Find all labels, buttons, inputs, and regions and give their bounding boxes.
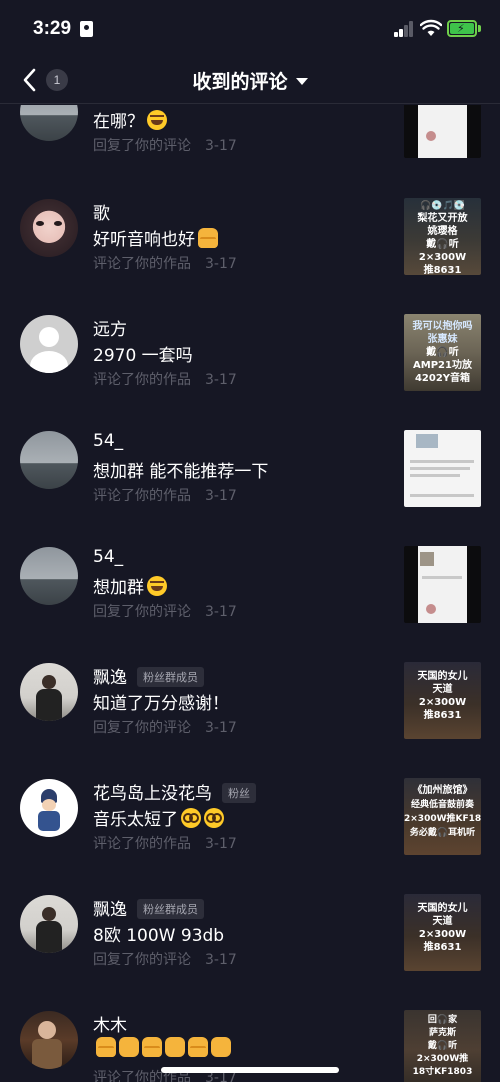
list-item[interactable]: 花鸟岛上没花鸟 粉丝 音乐太短了 评论了你的作品 3-17 《加州旅馆》 经典低音鼓… xyxy=(0,767,500,883)
laugh-icon xyxy=(147,576,167,596)
comment-list[interactable]: 在哪？ 回复了你的评论 3-17 歌 好听音响也好 评论了你的作品 3-17 🎧💿🎵… xyxy=(0,105,500,1082)
list-item[interactable]: 飘逸 粉丝群成员 知道了万分感谢！ 回复了你的评论 3-17 天国的女儿 天道 2×… xyxy=(0,651,500,767)
battery-nub xyxy=(478,25,481,32)
comment-author[interactable]: 远方 xyxy=(93,315,127,340)
title-dropdown[interactable]: 收到的评论 xyxy=(0,67,500,94)
comment-meta: 回复了你的评论 3-17 xyxy=(93,138,237,154)
wifi-icon xyxy=(420,19,442,36)
caret-down-icon xyxy=(295,78,308,85)
fan-group-badge: 粉丝群成员 xyxy=(137,899,204,919)
comment-text: 想加群 xyxy=(93,573,167,598)
nerd-icon xyxy=(204,808,224,828)
comment-meta: 回复了你的评论 3-17 xyxy=(93,720,237,736)
list-item[interactable]: 飘逸 粉丝群成员 8欧 100W 93db 回复了你的评论 3-17 天国的女儿 天… xyxy=(0,883,500,999)
comment-text: 在哪？ xyxy=(93,107,167,132)
comment-text: 8欧 100W 93db xyxy=(93,926,225,946)
nav-bar: 1 收到的评论 xyxy=(0,58,500,104)
post-thumbnail[interactable]: 《加州旅馆》 经典低音鼓前奏 2×300W推KF1803 务必戴🎧耳机听 xyxy=(404,778,481,855)
fan-group-badge: 粉丝群成员 xyxy=(137,667,204,687)
comment-meta: 评论了你的作品 3-17 xyxy=(93,488,237,504)
comment-text xyxy=(93,1037,231,1059)
status-time: 3:29 xyxy=(33,18,72,39)
comment-text: 知道了万分感谢！ xyxy=(93,694,229,714)
thumbs-up-icon xyxy=(96,1037,116,1057)
cellular-signal-icon xyxy=(394,21,414,37)
fan-badge: 粉丝 xyxy=(222,783,256,803)
clap-icon xyxy=(119,1037,139,1057)
home-indicator[interactable] xyxy=(161,1067,339,1073)
clap-icon xyxy=(165,1037,185,1057)
status-bar: 3:29 ⚡ xyxy=(0,0,500,58)
thumbs-up-icon xyxy=(188,1037,208,1057)
post-thumbnail[interactable] xyxy=(404,546,481,623)
post-thumbnail[interactable]: 天国的女儿 天道 2×300W 推8631 xyxy=(404,662,481,739)
laugh-icon xyxy=(147,110,167,130)
avatar[interactable] xyxy=(20,779,78,837)
avatar[interactable] xyxy=(20,663,78,721)
comment-author[interactable]: 飘逸 粉丝群成员 xyxy=(93,895,204,920)
post-thumbnail[interactable]: 🎧💿🎵💽 梨花又开放 姚璎格 戴🎧听 2×300W 推8631 xyxy=(404,198,481,275)
comment-author[interactable]: 54_ xyxy=(93,431,123,451)
comment-text: 好听音响也好 xyxy=(93,225,218,250)
post-thumbnail[interactable] xyxy=(404,105,481,158)
comment-meta: 回复了你的评论 3-17 xyxy=(93,604,237,620)
comment-meta: 评论了你的作品 3-17 xyxy=(93,256,237,272)
portrait-lock-icon xyxy=(80,21,93,37)
comment-meta: 评论了你的作品 3-17 xyxy=(93,372,237,388)
avatar[interactable] xyxy=(20,1011,78,1069)
list-item[interactable]: 在哪？ 回复了你的评论 3-17 xyxy=(0,105,500,187)
list-item[interactable]: 54_ 想加群 回复了你的评论 3-17 xyxy=(0,535,500,651)
thumbs-up-icon xyxy=(198,228,218,248)
avatar[interactable] xyxy=(20,547,78,605)
post-thumbnail[interactable]: 回🎧家 萨克斯 戴🎧听 2×300W推 18寸KF1803 xyxy=(404,1010,481,1082)
nerd-icon xyxy=(181,808,201,828)
comment-text: 2970 一套吗 xyxy=(93,346,193,366)
avatar[interactable] xyxy=(20,105,78,141)
post-thumbnail[interactable]: 天国的女儿 天道 2×300W 推8631 xyxy=(404,894,481,971)
avatar[interactable] xyxy=(20,199,78,257)
list-item[interactable]: 歌 好听音响也好 评论了你的作品 3-17 🎧💿🎵💽 梨花又开放 姚璎格 戴🎧听 … xyxy=(0,187,500,303)
comment-text: 想加群 能不能推荐一下 xyxy=(93,462,269,482)
comment-author[interactable]: 飘逸 粉丝群成员 xyxy=(93,663,204,688)
avatar[interactable] xyxy=(20,431,78,489)
comment-author[interactable]: 花鸟岛上没花鸟 粉丝 xyxy=(93,779,256,804)
comment-author[interactable]: 54_ xyxy=(93,547,123,567)
comment-text: 音乐太短了 xyxy=(93,805,224,830)
post-thumbnail[interactable]: 我可以抱你吗 张惠妹 戴🎧听 AMP21功放 4202Y音箱 xyxy=(404,314,481,391)
list-item[interactable]: 远方 2970 一套吗 评论了你的作品 3-17 我可以抱你吗 张惠妹 戴🎧听 A… xyxy=(0,303,500,419)
post-thumbnail[interactable] xyxy=(404,430,481,507)
clap-icon xyxy=(211,1037,231,1057)
list-item[interactable]: 54_ 想加群 能不能推荐一下 评论了你的作品 3-17 xyxy=(0,419,500,535)
avatar[interactable] xyxy=(20,895,78,953)
comment-meta: 评论了你的作品 3-17 xyxy=(93,836,237,852)
comment-meta: 回复了你的评论 3-17 xyxy=(93,952,237,968)
comment-author[interactable]: 歌 xyxy=(93,199,110,224)
comment-author[interactable]: 木木 xyxy=(93,1011,127,1036)
battery-icon: ⚡ xyxy=(447,20,477,37)
page-title: 收到的评论 xyxy=(192,71,288,93)
thumbs-up-icon xyxy=(142,1037,162,1057)
avatar[interactable] xyxy=(20,315,78,373)
